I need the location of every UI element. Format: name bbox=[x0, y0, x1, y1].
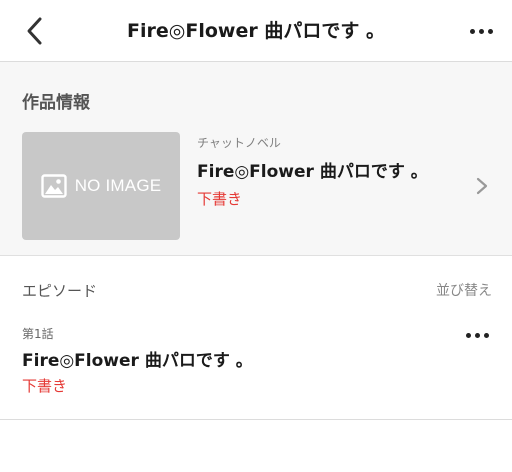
work-type-label: チャットノベル bbox=[197, 136, 281, 150]
work-status-badge: 下書き bbox=[197, 190, 243, 208]
more-horizontal-icon bbox=[465, 332, 489, 338]
work-info-heading: 作品情報 bbox=[22, 93, 90, 113]
episode-list-item[interactable]: 第1話 Fire◎Flower 曲パロです 。 下書き bbox=[0, 318, 512, 402]
work-thumbnail: NO IMAGE bbox=[22, 132, 180, 240]
screen: Fire◎Flower 曲パロです 。 作品情報 NO IMAGE チャットノベ… bbox=[0, 0, 512, 472]
back-button[interactable] bbox=[18, 14, 52, 48]
more-options-button[interactable] bbox=[464, 16, 498, 46]
work-info-section: 作品情報 NO IMAGE チャットノベル Fire◎Flower 曲パロです … bbox=[0, 62, 512, 256]
episode-number: 第1話 bbox=[22, 327, 54, 341]
work-title: Fire◎Flower 曲パロです 。 bbox=[197, 162, 428, 182]
chevron-left-icon bbox=[27, 17, 42, 45]
app-header: Fire◎Flower 曲パロです 。 bbox=[0, 0, 512, 62]
work-card[interactable]: NO IMAGE チャットノベル Fire◎Flower 曲パロです 。 下書き bbox=[0, 132, 512, 240]
more-horizontal-icon bbox=[469, 28, 493, 34]
episode-more-button[interactable] bbox=[460, 322, 494, 348]
episode-heading: エピソード bbox=[22, 282, 98, 300]
work-meta: チャットノベル Fire◎Flower 曲パロです 。 下書き bbox=[197, 134, 452, 209]
episode-section: エピソード 並び替え 第1話 Fire◎Flower 曲パロです 。 下書き bbox=[0, 256, 512, 420]
episode-status-badge: 下書き bbox=[22, 377, 68, 395]
image-placeholder-icon bbox=[40, 174, 67, 198]
episode-title: Fire◎Flower 曲パロです 。 bbox=[22, 351, 253, 371]
no-image-label: NO IMAGE bbox=[74, 176, 162, 195]
page-title: Fire◎Flower 曲パロです 。 bbox=[127, 20, 385, 42]
sort-button[interactable]: 並び替え bbox=[436, 280, 492, 300]
chevron-right-icon bbox=[476, 177, 488, 195]
